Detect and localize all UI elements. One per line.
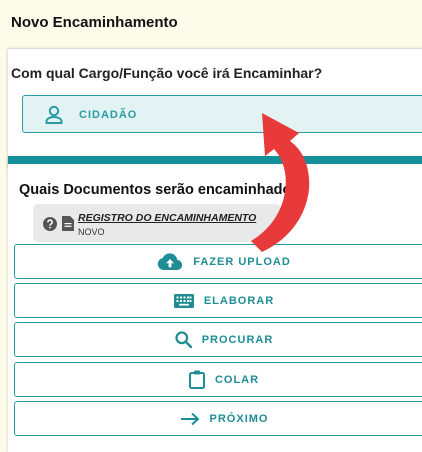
cargo-option-label: CIDADÃO xyxy=(79,109,138,121)
arrow-right-icon xyxy=(180,412,199,425)
cargo-question: Com qual Cargo/Função você irá Encaminha… xyxy=(11,65,323,81)
search-icon xyxy=(175,331,192,348)
cargo-option-cidadao-button[interactable]: CIDADÃO xyxy=(22,95,422,133)
procurar-button[interactable]: PROCURAR xyxy=(14,322,422,357)
cargo-card: Com qual Cargo/Função você irá Encaminha… xyxy=(8,48,422,167)
document-title[interactable]: REGISTRO DO ENCAMINHAMENTO xyxy=(78,212,256,224)
help-icon[interactable] xyxy=(43,217,57,231)
document-status: NOVO xyxy=(78,227,105,237)
page-title: Novo Encaminhamento xyxy=(11,14,178,31)
colar-button[interactable]: COLAR xyxy=(14,362,422,397)
procurar-label: PROCURAR xyxy=(201,333,274,346)
person-icon xyxy=(45,105,63,124)
elaborar-label: ELABORAR xyxy=(203,294,275,307)
colar-label: COLAR xyxy=(214,373,260,386)
document-chip[interactable]: REGISTRO DO ENCAMINHAMENTO NOVO xyxy=(33,204,281,242)
clipboard-icon xyxy=(188,370,205,389)
elaborar-button[interactable]: ELABORAR xyxy=(14,283,422,318)
proximo-label: PRÓXIMO xyxy=(209,412,269,425)
file-icon xyxy=(62,216,74,231)
upload-button[interactable]: FAZER UPLOAD xyxy=(14,244,422,279)
cloud-upload-icon xyxy=(158,253,183,270)
upload-label: FAZER UPLOAD xyxy=(193,255,291,268)
documentos-question: Quais Documentos serão encaminhados? xyxy=(19,182,309,198)
proximo-button[interactable]: PRÓXIMO xyxy=(14,401,422,436)
keyboard-icon xyxy=(173,293,194,308)
